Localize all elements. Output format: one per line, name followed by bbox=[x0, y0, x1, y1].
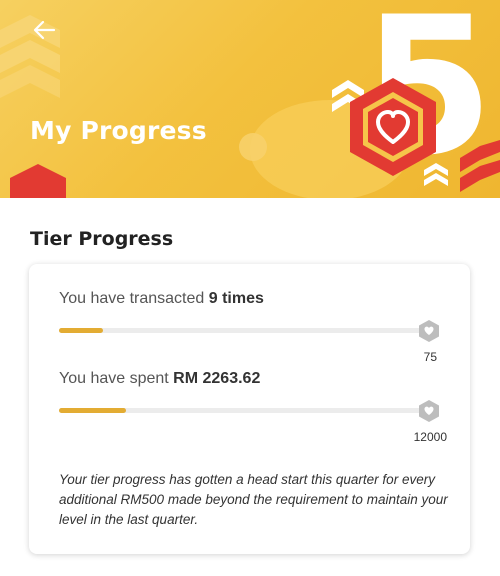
tier-progress-card: You have transacted 9 times 75 You have … bbox=[29, 264, 470, 554]
hexagon-heart-icon bbox=[419, 400, 439, 422]
tier-note: Your tier progress has gotten a head sta… bbox=[59, 472, 448, 527]
transactions-goal-label: 75 bbox=[423, 350, 437, 364]
spend-value: RM 2263.62 bbox=[173, 370, 261, 387]
header-banner: 5 My Progress bbox=[0, 0, 500, 198]
transactions-prefix: You have transacted bbox=[59, 290, 209, 307]
transactions-progress-fill bbox=[59, 328, 104, 333]
spend-prefix: You have spent bbox=[59, 370, 174, 387]
page-title: My Progress bbox=[30, 116, 207, 145]
transactions-label: You have transacted 9 times bbox=[59, 290, 264, 308]
transactions-value: 9 times bbox=[208, 290, 264, 307]
transactions-progress-bar bbox=[59, 328, 429, 333]
heart-hexagon-icon bbox=[350, 78, 436, 176]
hexagon-heart-icon bbox=[419, 320, 439, 342]
spend-progress-fill bbox=[59, 408, 126, 413]
spend-goal-label: 12000 bbox=[413, 430, 447, 444]
section-title: Tier Progress bbox=[30, 228, 174, 250]
main-content: Tier Progress You have transacted 9 time… bbox=[0, 198, 500, 576]
spend-progress-bar bbox=[59, 408, 429, 413]
arrow-left-icon bbox=[33, 20, 56, 40]
spend-label: You have spent RM 2263.62 bbox=[59, 370, 260, 388]
back-button[interactable] bbox=[28, 14, 60, 46]
